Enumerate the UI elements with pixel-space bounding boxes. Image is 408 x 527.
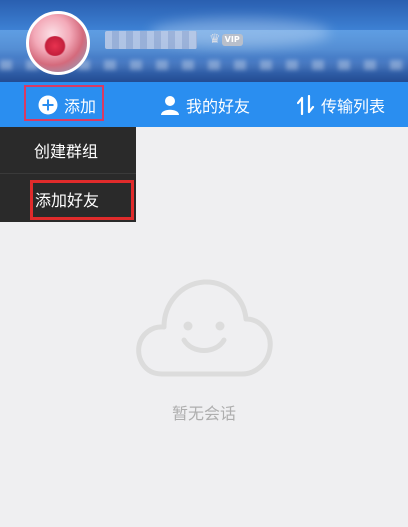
top-nav-bar: 添加 我的好友 传输列表 bbox=[0, 82, 408, 127]
add-label: 添加 bbox=[64, 96, 97, 116]
vip-label: VIP bbox=[221, 33, 243, 46]
vip-badge[interactable]: ♛ VIP bbox=[209, 31, 243, 48]
username-blurred bbox=[105, 31, 197, 49]
my-friends-button[interactable]: 我的好友 bbox=[160, 82, 250, 127]
plus-circle-icon bbox=[38, 95, 58, 115]
menu-item-add-friend[interactable]: 添加好友 bbox=[0, 175, 136, 222]
menu-item-create-group[interactable]: 创建群组 bbox=[0, 127, 136, 174]
my-friends-label: 我的好友 bbox=[186, 96, 251, 116]
avatar[interactable] bbox=[26, 11, 90, 75]
avatar-flower bbox=[43, 36, 67, 56]
crown-icon: ♛ bbox=[209, 32, 221, 47]
menu-item-label: 添加好友 bbox=[35, 190, 100, 210]
transfer-list-label: 传输列表 bbox=[321, 96, 386, 116]
transfer-arrows-icon bbox=[297, 94, 315, 115]
add-dropdown-menu: 创建群组 添加好友 bbox=[0, 127, 136, 222]
transfer-list-button[interactable]: 传输列表 bbox=[297, 82, 385, 127]
menu-item-label: 创建群组 bbox=[34, 142, 99, 161]
empty-state-message: 暂无会话 bbox=[171, 404, 236, 423]
profile-header: ♛ VIP bbox=[0, 0, 408, 82]
person-icon bbox=[160, 95, 180, 115]
add-button[interactable]: 添加 bbox=[24, 82, 104, 127]
smiling-cloud-icon bbox=[134, 272, 274, 382]
